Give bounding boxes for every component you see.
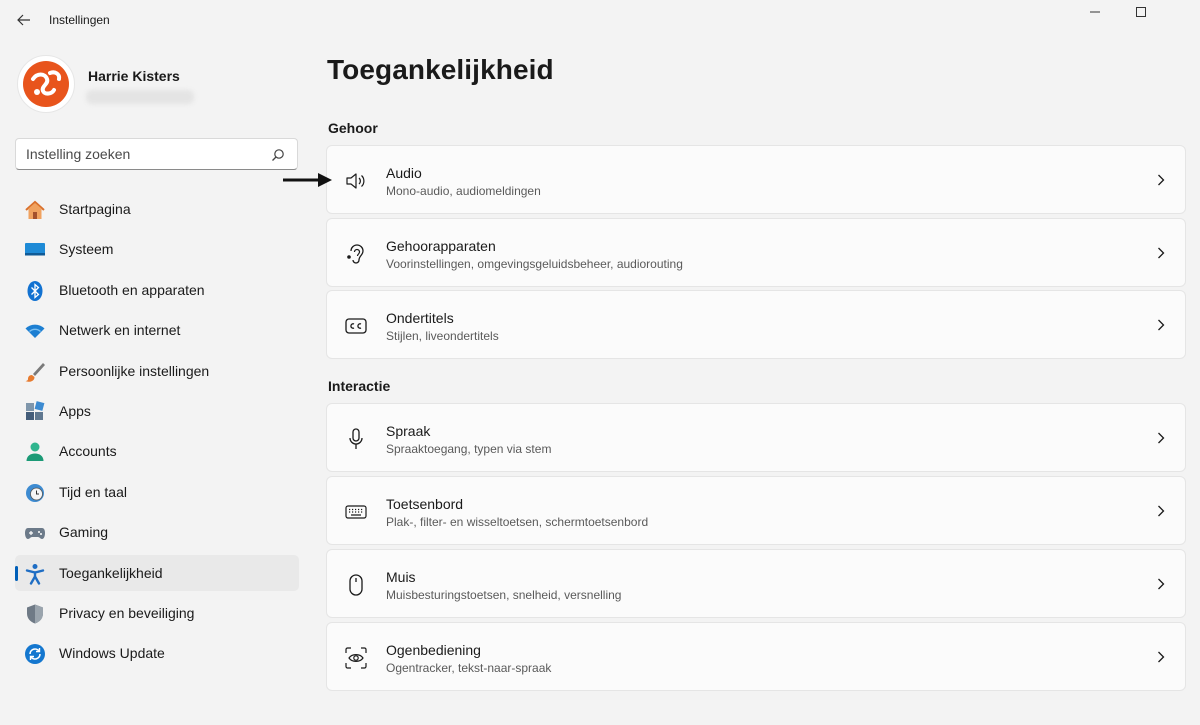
sidebar-item-label: Apps: [59, 402, 91, 419]
user-logo-icon: [23, 61, 69, 107]
card-subtitle: Spraaktoegang, typen via stem: [386, 442, 552, 456]
search-box: [15, 138, 298, 170]
avatar[interactable]: [17, 55, 75, 113]
chevron-right-icon: [1155, 246, 1167, 260]
card-gehoorapparaten[interactable]: Gehoorapparaten Voorinstellingen, omgevi…: [326, 218, 1186, 287]
clock-globe-icon: [24, 482, 46, 504]
minimize-button[interactable]: [1072, 0, 1118, 24]
card-title: Gehoorapparaten: [386, 238, 496, 254]
chevron-right-icon: [1155, 173, 1167, 187]
card-toetsenbord[interactable]: Toetsenbord Plak-, filter- en wisseltoet…: [326, 476, 1186, 545]
sidebar-item-startpagina[interactable]: Startpagina: [15, 191, 299, 227]
chevron-right-icon: [1155, 650, 1167, 664]
card-title: Ondertitels: [386, 310, 454, 326]
sidebar-item-toegankelijkheid[interactable]: Toegankelijkheid: [15, 554, 299, 591]
sidebar-item-accounts[interactable]: Accounts: [15, 433, 299, 469]
search-input[interactable]: [26, 144, 266, 164]
maximize-button[interactable]: [1118, 0, 1164, 24]
ear-icon: [344, 242, 368, 266]
sidebar-item-gaming[interactable]: Gaming: [15, 514, 299, 550]
arrow-left-icon: [17, 14, 30, 26]
update-icon: [24, 643, 46, 665]
sidebar-item-privacy[interactable]: Privacy en beveiliging: [15, 595, 299, 631]
brush-icon: [24, 361, 46, 383]
speaker-icon: [344, 169, 368, 193]
sidebar-item-label: Windows Update: [59, 645, 165, 662]
sidebar-item-netwerk[interactable]: Netwerk en internet: [15, 312, 299, 348]
card-audio[interactable]: Audio Mono-audio, audiomeldingen: [326, 145, 1186, 214]
card-ogenbediening[interactable]: Ogenbediening Ogentracker, tekst-naar-sp…: [326, 622, 1186, 691]
card-title: Spraak: [386, 423, 431, 439]
title-bar: Instellingen: [0, 0, 1200, 40]
person-icon: [24, 441, 46, 463]
card-subtitle: Mono-audio, audiomeldingen: [386, 184, 541, 198]
section-title-interactie: Interactie: [328, 378, 391, 394]
card-spraak[interactable]: Spraak Spraaktoegang, typen via stem: [326, 403, 1186, 472]
card-title: Muis: [386, 569, 416, 585]
sidebar-item-label: Systeem: [59, 241, 114, 258]
card-subtitle: Voorinstellingen, omgevingsgeluidsbeheer…: [386, 257, 683, 271]
mouse-icon: [344, 573, 368, 597]
gamepad-icon: [24, 522, 46, 544]
sidebar-item-tijd-taal[interactable]: Tijd en taal: [15, 474, 299, 510]
chevron-right-icon: [1155, 431, 1167, 445]
back-button[interactable]: [12, 8, 36, 32]
eye-control-icon: [344, 646, 368, 670]
user-email-redacted: [86, 90, 194, 104]
card-title: Ogenbediening: [386, 642, 481, 658]
sidebar-item-label: Tijd en taal: [59, 483, 127, 500]
card-muis[interactable]: Muis Muisbesturingstoetsen, snelheid, ve…: [326, 549, 1186, 618]
card-subtitle: Stijlen, liveondertitels: [386, 329, 499, 343]
search-icon[interactable]: [271, 148, 285, 162]
sidebar-item-label: Persoonlijke instellingen: [59, 362, 210, 379]
microphone-icon: [344, 427, 368, 451]
monitor-icon: [24, 239, 46, 261]
sidebar-nav: Startpagina Systeem Bluetooth en apparat…: [15, 191, 299, 676]
closed-captions-icon: [344, 314, 368, 338]
chevron-right-icon: [1155, 577, 1167, 591]
sidebar-item-label: Privacy en beveiliging: [59, 604, 195, 621]
card-subtitle: Ogentracker, tekst-naar-spraak: [386, 661, 552, 675]
minimize-icon: [1090, 11, 1100, 13]
chevron-right-icon: [1155, 504, 1167, 518]
sidebar-item-label: Bluetooth en apparaten: [59, 281, 205, 298]
page-title: Toegankelijkheid: [327, 54, 554, 85]
card-subtitle: Plak-, filter- en wisseltoetsen, schermt…: [386, 515, 649, 529]
annotation-arrow-icon: [283, 173, 332, 187]
sidebar-item-bluetooth[interactable]: Bluetooth en apparaten: [15, 272, 299, 308]
shield-icon: [24, 603, 46, 625]
apps-icon: [24, 401, 46, 423]
card-ondertitels[interactable]: Ondertitels Stijlen, liveondertitels: [326, 290, 1186, 359]
card-title: Toetsenbord: [386, 496, 464, 512]
sidebar-item-label: Startpagina: [59, 201, 131, 217]
sidebar-item-label: Accounts: [59, 443, 117, 460]
sidebar-item-persoonlijk[interactable]: Persoonlijke instellingen: [15, 353, 299, 389]
section-title-gehoor: Gehoor: [328, 120, 378, 136]
sidebar-item-label: Netwerk en internet: [59, 322, 181, 339]
chevron-right-icon: [1155, 318, 1167, 332]
sidebar-item-systeem[interactable]: Systeem: [15, 231, 299, 267]
keyboard-icon: [344, 500, 368, 524]
home-icon: [24, 199, 46, 221]
card-title: Audio: [386, 165, 422, 181]
sidebar-item-windows-update[interactable]: Windows Update: [15, 635, 299, 671]
sidebar-item-label: Gaming: [59, 524, 109, 541]
card-subtitle: Muisbesturingstoetsen, snelheid, versnel…: [386, 588, 622, 602]
app-title: Instellingen: [49, 13, 110, 27]
sidebar-item-apps[interactable]: Apps: [15, 393, 299, 429]
maximize-icon: [1136, 7, 1146, 17]
wifi-icon: [24, 320, 46, 342]
accessibility-icon: [24, 563, 46, 585]
user-name: Harrie Kisters: [88, 68, 180, 84]
sidebar-item-label: Toegankelijkheid: [59, 564, 163, 581]
bluetooth-icon: [24, 280, 46, 302]
